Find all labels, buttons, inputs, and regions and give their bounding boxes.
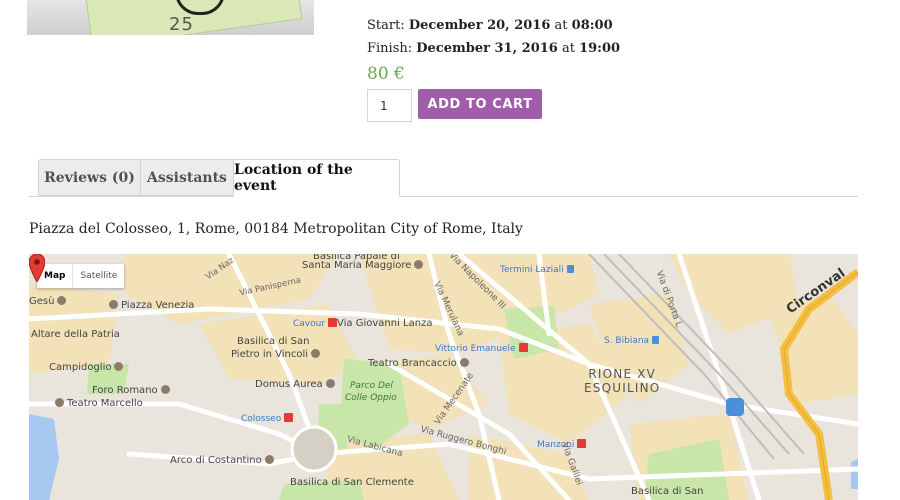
map-label-basilica-san-pietro-1: Basilica di San [237,336,310,347]
poi-icon [459,358,469,367]
finish-date: December 31, 2016 [416,41,558,56]
map-label-vittorio-emanuele: Vittorio Emanuele [435,343,528,354]
map[interactable]: Map Satellite Basilica Papale di Santa M… [29,254,858,500]
poi-icon [160,385,170,394]
map-label-termini: Termini Laziali [500,265,574,275]
map-label-domus-aurea: Domus Aurea [255,379,335,390]
poi-icon [414,260,424,269]
metro-icon [328,318,338,327]
map-label-arco: Arco di Costantino [170,455,274,466]
map-water-right [851,459,858,489]
event-address: Piazza del Colosseo, 1, Rome, 00184 Metr… [29,221,523,237]
train-station-icon[interactable] [726,398,744,416]
map-label-parco-1: Parco Del [350,381,393,391]
map-label-rione: RIONE XV ESQUILINO [584,367,661,395]
map-colosseum-shape [290,425,338,473]
map-label-gesu: Gesù [29,296,67,307]
start-date: December 20, 2016 [408,18,551,33]
location-marker-icon[interactable] [29,254,45,282]
add-to-cart-button[interactable]: ADD TO CART [418,89,542,119]
tabs-divider [29,196,858,197]
map-label-cavour: Cavour [293,318,338,329]
product-image: 25 [27,0,314,35]
map-label-via-giovanni-lanza: Via Giovanni Lanza [337,318,433,329]
tab-location[interactable]: Location of the event [233,159,400,197]
poi-icon [311,349,321,358]
finish-time: 19:00 [579,41,621,56]
map-label-campidoglio: Campidoglio [49,362,124,373]
product-image-digits: 25 [169,14,194,35]
transit-icon [566,265,574,273]
finish-at: at [561,41,575,56]
map-label-teatro-brancaccio: Teatro Brancaccio [368,358,469,369]
finish-label: Finish: [367,41,413,56]
poi-icon [325,379,335,388]
map-label-basilica-bottom: Basilica di San [631,486,704,497]
map-label-basilica-clemente: Basilica di San Clemente [290,477,414,488]
transit-icon [652,336,660,344]
price: 80 € [367,64,405,84]
poi-icon [109,300,118,309]
map-label-colosseo: Colosseo [241,413,294,424]
map-label-s-bibiana: S. Bibiana [604,336,660,346]
tab-assistants[interactable]: Assistants [140,159,234,196]
map-label-parco-2: Colle Oppio [345,393,397,403]
poi-icon [264,455,274,464]
map-type-control[interactable]: Map Satellite [37,264,125,288]
metro-icon [577,439,587,448]
map-type-satellite-button[interactable]: Satellite [72,264,124,288]
start-time: 08:00 [571,18,613,33]
map-label-piazza-venezia: Piazza Venezia [109,300,194,311]
event-finish: Finish: December 31, 2016 at 19:00 [367,41,620,56]
start-at: at [554,18,568,33]
poi-icon [55,398,64,407]
map-label-foro-romano: Foro Romano [92,385,170,396]
event-start: Start: December 20, 2016 at 08:00 [367,18,613,33]
map-label-santa-maria: Santa Maria Maggiore [302,260,424,271]
metro-icon [518,343,528,352]
quantity-input[interactable] [367,89,412,122]
start-label: Start: [367,18,405,33]
metro-icon [284,413,294,422]
tab-reviews[interactable]: Reviews (0) [38,159,141,196]
map-label-teatro-marcello: Teatro Marcello [55,398,143,409]
map-label-altare: Altare della Patria [31,329,120,340]
poi-icon [114,362,124,371]
map-label-basilica-san-pietro-2: Pietro in Vincoli [231,349,321,360]
poi-icon [57,296,67,305]
